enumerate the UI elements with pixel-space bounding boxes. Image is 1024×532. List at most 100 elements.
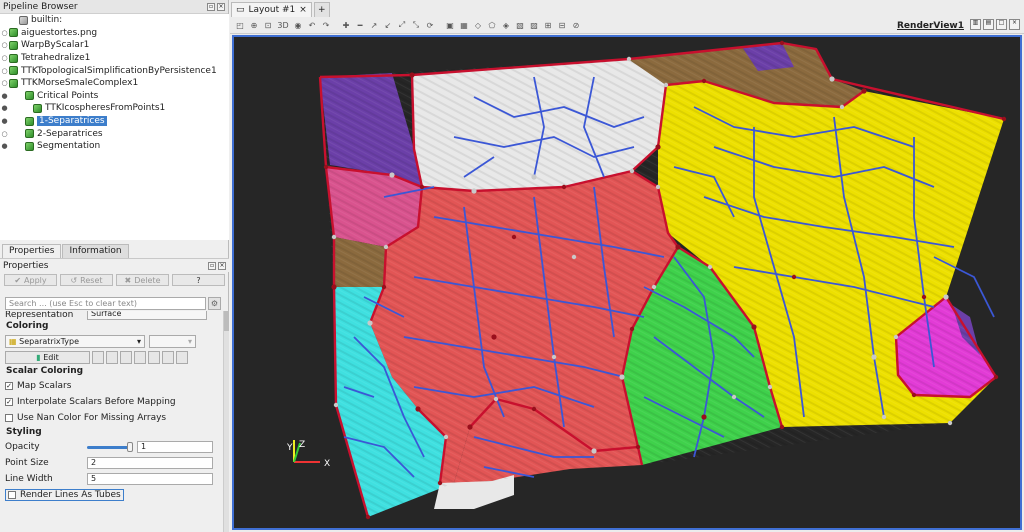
delete-colormap-icon[interactable]: [176, 350, 188, 364]
critical-point: [839, 104, 845, 110]
line-width-field[interactable]: 5: [87, 473, 213, 485]
eye-icon[interactable]: ○: [0, 79, 9, 87]
camera-icon[interactable]: ◉: [292, 20, 304, 31]
close-icon[interactable]: ×: [1009, 19, 1020, 30]
pipeline-item[interactable]: ○ 2-Separatrices: [0, 127, 229, 140]
x-minus-icon[interactable]: ━: [354, 20, 366, 31]
camera-undo-icon[interactable]: ↶: [306, 20, 318, 31]
eye-icon[interactable]: ○: [0, 29, 9, 37]
opacity-field[interactable]: 1: [137, 441, 213, 453]
z-minus-icon[interactable]: ⤡: [410, 20, 422, 31]
representation-combo[interactable]: Surface: [87, 311, 207, 320]
chevron-down-icon: ▾: [187, 336, 192, 346]
gear-icon[interactable]: ⚙: [208, 297, 221, 310]
color-array-combo[interactable]: ▦ SeparatrixType ▾: [5, 334, 145, 348]
y-minus-icon[interactable]: ↙: [382, 20, 394, 31]
pipeline-item[interactable]: ○ TTKTopologicalSimplificationByPersisten…: [0, 64, 229, 77]
rescale-custom-icon[interactable]: [106, 350, 118, 364]
line-width-label: Line Width: [5, 474, 53, 484]
select-frustum-icon[interactable]: ◇: [472, 20, 484, 31]
rescale-visible-icon[interactable]: [134, 350, 146, 364]
nan-color-checkbox[interactable]: [5, 414, 13, 422]
eye-icon[interactable]: ●: [0, 92, 9, 100]
eye-icon[interactable]: ○: [0, 54, 9, 62]
apply-button[interactable]: ✔ Apply: [4, 274, 57, 286]
pipeline-item[interactable]: builtin:: [0, 14, 229, 27]
maximize-icon[interactable]: □: [996, 19, 1007, 30]
reset-button[interactable]: ↺ Reset: [60, 274, 113, 286]
pipeline-item[interactable]: ○ aiguestortes.png: [0, 27, 229, 40]
nan-color-row[interactable]: Use Nan Color For Missing Arrays: [0, 410, 222, 426]
hover-cells-icon[interactable]: ▧: [514, 20, 526, 31]
properties-scrollbar[interactable]: [223, 311, 229, 532]
z-plus-icon[interactable]: ⤢: [396, 20, 408, 31]
pipeline-item[interactable]: ● 1-Separatrices: [0, 115, 229, 128]
tubes-checkbox[interactable]: [8, 491, 16, 499]
pipeline-tree[interactable]: builtin: ○ aiguestortes.png ○ WarpByScalar1 ○…: [0, 14, 229, 240]
pipeline-item[interactable]: ○ Tetrahedralize1: [0, 52, 229, 65]
select-polygon-icon[interactable]: ⬠: [486, 20, 498, 31]
eye-icon[interactable]: ●: [0, 117, 9, 125]
close-icon[interactable]: ×: [217, 2, 225, 11]
interactive-select-icon[interactable]: ◈: [500, 20, 512, 31]
float-icon[interactable]: ▫: [208, 261, 216, 270]
clear-selection-icon[interactable]: ⊘: [570, 20, 582, 31]
add-layout-button[interactable]: +: [313, 2, 330, 17]
opacity-slider[interactable]: [87, 442, 133, 452]
3d-toggle[interactable]: 3D: [276, 20, 290, 31]
terrain-render[interactable]: X Y Z: [234, 37, 1020, 528]
eye-icon[interactable]: ●: [0, 142, 9, 150]
x-plus-icon[interactable]: ✚: [340, 20, 352, 31]
critical-point: [829, 76, 835, 82]
tab-layout-1[interactable]: ▭ Layout #1 ×: [231, 2, 312, 17]
zoom-closest-icon[interactable]: ⊡: [262, 20, 274, 31]
x-axis-label: X: [324, 459, 330, 469]
close-icon[interactable]: ×: [299, 5, 307, 15]
rotate-icon[interactable]: ⟳: [424, 20, 436, 31]
select-points-icon[interactable]: ▦: [458, 20, 470, 31]
scrollbar-thumb[interactable]: [224, 311, 229, 331]
render-view[interactable]: X Y Z: [232, 35, 1022, 530]
delete-button[interactable]: ✖ Delete: [116, 274, 169, 286]
reset-camera-icon[interactable]: ◰: [234, 20, 246, 31]
eye-icon[interactable]: ○: [0, 41, 9, 49]
select-cells-icon[interactable]: ▣: [444, 20, 456, 31]
eye-icon[interactable]: ○: [0, 130, 9, 138]
zoom-data-icon[interactable]: ⊕: [248, 20, 260, 31]
split-horizontal-icon[interactable]: ▥: [970, 19, 981, 30]
tubes-row[interactable]: Render Lines As Tubes: [0, 487, 222, 503]
rescale-temporal-icon[interactable]: [120, 350, 132, 364]
tab-information[interactable]: Information: [62, 244, 129, 258]
pipeline-item[interactable]: ● Critical Points: [0, 90, 229, 103]
colorbar-icon[interactable]: [162, 350, 174, 364]
filter-icon: [9, 53, 18, 63]
float-icon[interactable]: ▫: [207, 2, 215, 11]
close-icon[interactable]: ×: [218, 261, 226, 270]
pipeline-item-label: Critical Points: [37, 90, 99, 101]
colormap-preset-icon[interactable]: [148, 350, 160, 364]
map-scalars-row[interactable]: ✓ Map Scalars: [0, 378, 222, 394]
pipeline-item[interactable]: ○ TTKMorseSmaleComplex1: [0, 77, 229, 90]
interpolate-checkbox[interactable]: ✓: [5, 398, 13, 406]
hover-points-icon[interactable]: ▨: [528, 20, 540, 31]
help-button[interactable]: ?: [172, 274, 225, 286]
map-scalars-checkbox[interactable]: ✓: [5, 382, 13, 390]
y-plus-icon[interactable]: ↗: [368, 20, 380, 31]
pipeline-item[interactable]: ● TTKIcospheresFromPoints1: [0, 102, 229, 115]
component-combo[interactable]: ▾: [149, 334, 196, 348]
pipeline-item[interactable]: ○ WarpByScalar1: [0, 39, 229, 52]
edit-button[interactable]: ▮ Edit: [5, 350, 90, 364]
grow-selection-icon[interactable]: ⊞: [542, 20, 554, 31]
pipeline-item[interactable]: ● Segmentation: [0, 140, 229, 153]
shrink-selection-icon[interactable]: ⊟: [556, 20, 568, 31]
point-size-field[interactable]: 2: [87, 457, 213, 469]
search-input[interactable]: Search ... (use Esc to clear text): [5, 297, 206, 310]
rescale-icon[interactable]: [92, 350, 104, 364]
interpolate-row[interactable]: ✓ Interpolate Scalars Before Mapping: [0, 394, 222, 410]
eye-icon[interactable]: ○: [0, 67, 9, 75]
camera-redo-icon[interactable]: ↷: [320, 20, 332, 31]
split-vertical-icon[interactable]: ▤: [983, 19, 994, 30]
critical-point: [531, 174, 537, 180]
eye-icon[interactable]: ●: [0, 104, 9, 112]
tab-properties[interactable]: Properties: [2, 244, 62, 258]
